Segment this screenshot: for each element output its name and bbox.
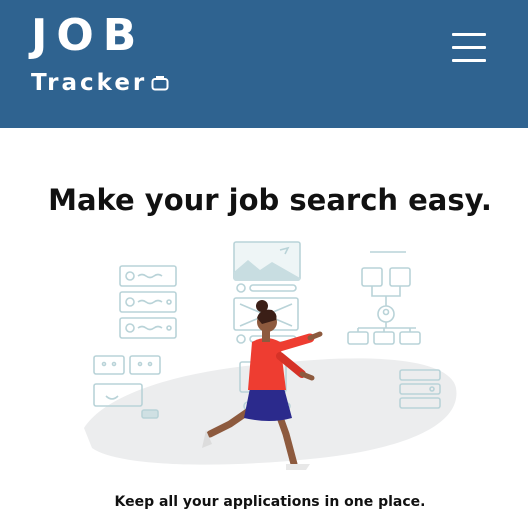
logo-subtitle: Tracker <box>31 70 148 96</box>
hero-illustration <box>84 241 457 470</box>
logo[interactable]: JOB Tracker <box>31 12 169 96</box>
app-header: JOB Tracker <box>0 0 528 128</box>
logo-subtitle-row: Tracker <box>31 70 169 96</box>
logo-title: JOB <box>31 10 146 61</box>
page-tagline: Keep all your applications in one place. <box>114 494 426 510</box>
briefcase-icon <box>151 76 169 91</box>
hamburger-menu-icon[interactable] <box>451 30 487 64</box>
page-headline: Make your job search easy. <box>48 183 492 217</box>
